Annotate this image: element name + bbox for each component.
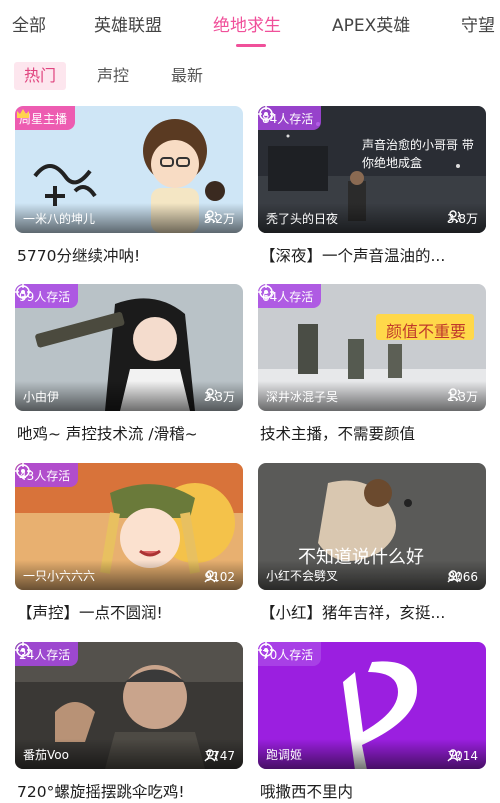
crosshair-icon (15, 642, 31, 658)
alive-count-badge: 64人存活 (258, 284, 322, 308)
stream-thumbnail[interactable]: 周星主播 一米八的坤儿 5.2万 (15, 106, 243, 233)
viewers-icon (447, 570, 462, 583)
stream-title[interactable]: 哦撒西不里内 (260, 780, 486, 802)
viewer-count: 7014 (447, 749, 478, 763)
stream-title[interactable]: 【声控】一点不圆润! (17, 601, 243, 623)
viewer-count: 3.8万 (447, 210, 478, 227)
viewer-count: 3.3万 (204, 388, 235, 405)
tab-league-of-legends[interactable]: 英雄联盟 (94, 11, 162, 36)
stream-title[interactable]: 【深夜】一个声音温油的... (260, 244, 486, 266)
viewer-count: 5.2万 (204, 210, 235, 227)
sub-tab-bar: 热门 声控 最新 (0, 56, 500, 96)
viewers-icon (204, 210, 218, 223)
streamer-name: 一只小六六六 (23, 569, 96, 583)
stream-title[interactable]: 720°螺旋摇摆跳伞吃鸡! (17, 780, 243, 802)
active-tab-indicator (236, 44, 266, 47)
viewers-icon (447, 749, 462, 762)
crosshair-icon (258, 642, 274, 658)
viewers-icon (204, 388, 218, 401)
stream-thumbnail[interactable]: 99人存活 小由伊 3.3万 (15, 284, 243, 411)
alive-count-badge: 70人存活 (258, 642, 322, 666)
streamer-name: 一米八的坤儿 (23, 212, 96, 226)
stream-thumbnail[interactable]: 84人存活 声音治愈的小哥哥 带你绝地成盒 秃了头的日夜 3.8万 (258, 106, 486, 233)
subtab-latest[interactable]: 最新 (161, 62, 213, 90)
viewers-icon (447, 210, 461, 223)
subtab-hot[interactable]: 热门 (14, 62, 67, 90)
weekly-star-badge: 周星主播 (15, 106, 76, 130)
streamer-name: 跑调姬 (266, 748, 303, 762)
stream-thumbnail[interactable]: 不知道说什么好 小红不会劈叉 8066 (258, 463, 486, 590)
streamer-name: 小由伊 (23, 390, 60, 404)
streamer-name: 秃了头的日夜 (266, 212, 339, 226)
stream-title[interactable]: 5770分继续冲呐! (17, 244, 243, 266)
category-tab-bar: 全部 英雄联盟 绝地求生 APEX英雄 守望 (0, 0, 500, 48)
subtab-voice[interactable]: 声控 (87, 62, 139, 90)
viewer-count: 7747 (204, 749, 235, 763)
stream-thumbnail[interactable]: 64人存活 颜值不重要 深井冰混子吴 1.3万 (258, 284, 486, 411)
stream-thumbnail[interactable]: 70人存活 跑调姬 7014 (258, 642, 486, 769)
streamer-name: 深井冰混子吴 (266, 390, 339, 404)
crosshair-icon (15, 284, 31, 300)
crosshair-icon (15, 463, 31, 479)
viewer-count: 1.3万 (447, 388, 478, 405)
streamer-name: 小红不会劈叉 (266, 569, 339, 583)
viewer-count: 9102 (204, 570, 235, 584)
stream-title[interactable]: 吔鸡~ 声控技术流 /滑稽~ (17, 422, 243, 444)
crosshair-icon (258, 106, 274, 122)
crown-icon (17, 109, 29, 118)
stream-thumbnail[interactable]: 24人存活 番茄Voo 7747 (15, 642, 243, 769)
thumbnail-caption: 颜值不重要 (386, 322, 467, 341)
tab-apex-legends[interactable]: APEX英雄 (332, 11, 410, 36)
streamer-name: 番茄Voo (23, 748, 69, 762)
viewers-icon (204, 570, 219, 583)
stream-thumbnail[interactable]: 43人存活 一只小六六六 9102 (15, 463, 243, 590)
alive-count-badge: 84人存活 (258, 106, 322, 130)
viewers-icon (204, 749, 219, 762)
alive-count-badge: 43人存活 (15, 463, 79, 487)
viewer-count: 8066 (447, 570, 478, 584)
tab-overwatch[interactable]: 守望 (461, 11, 495, 36)
stream-title[interactable]: 【小红】猪年吉祥，亥挺... (260, 601, 486, 623)
thumbnail-caption: 声音治愈的小哥哥 带你绝地成盒 (362, 138, 474, 170)
viewers-icon (447, 388, 461, 401)
tab-pubg[interactable]: 绝地求生 (213, 11, 281, 36)
tab-all[interactable]: 全部 (12, 11, 46, 36)
stream-title[interactable]: 技术主播，不需要颜值 (260, 422, 486, 444)
crosshair-icon (258, 284, 274, 300)
alive-count-badge: 99人存活 (15, 284, 79, 308)
alive-count-badge: 24人存活 (15, 642, 79, 666)
